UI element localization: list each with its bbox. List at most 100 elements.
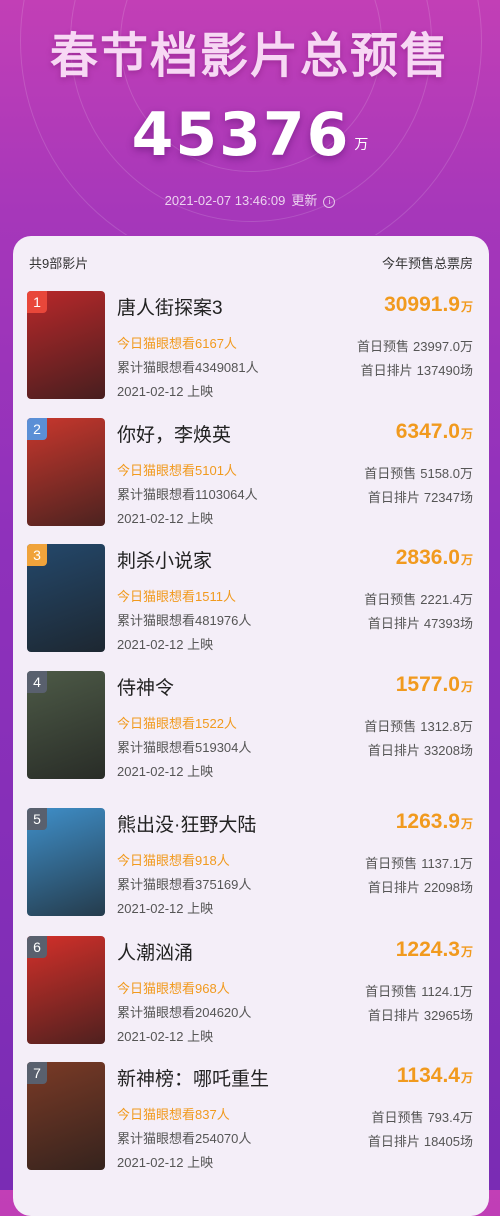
info-icon[interactable]: i: [323, 196, 336, 208]
box-office-unit: 万: [460, 945, 473, 959]
presale-label: 首日预售: [365, 856, 418, 871]
schedule-value: 72347场: [423, 490, 473, 505]
box-office-value: 1134.4: [396, 1064, 460, 1087]
presale-value: 793.4万: [427, 1110, 473, 1125]
schedule-label: 首日排片: [367, 880, 420, 895]
presale-value: 1124.1万: [421, 984, 473, 999]
update-time: 2021-02-07 13:46:09: [164, 193, 286, 208]
movie-poster[interactable]: 2: [27, 418, 105, 526]
rank-badge: 1: [27, 291, 47, 313]
schedule-label: 首日排片: [367, 490, 420, 505]
movie-box-office: 1577.0万: [396, 673, 473, 697]
movie-poster[interactable]: 3: [27, 544, 105, 652]
movie-box-office: 1134.4万: [397, 1064, 473, 1088]
cumulative-want-count: 累计猫眼想看1103064人: [117, 487, 258, 502]
today-want-count: 今日猫眼想看968人: [117, 981, 230, 996]
update-label: 更新: [291, 193, 318, 208]
movie-box-office: 2836.0万: [396, 546, 473, 570]
presale-value: 23997.0万: [413, 339, 473, 354]
movie-poster[interactable]: 7: [27, 1062, 105, 1170]
rank-badge: 6: [27, 936, 47, 958]
schedule-label: 首日排片: [367, 1134, 420, 1149]
box-office-value: 1224.3: [395, 938, 460, 961]
release-date: 2021-02-12 上映: [117, 637, 214, 652]
first-day-presale: 首日预售 1124.1万: [365, 981, 473, 1000]
movie-box-office: 6347.0万: [396, 420, 473, 444]
header-banner: 春节档影片总预售 45376 万 2021-02-07 13:46:09 更新 i: [0, 0, 500, 235]
box-office-value: 2836.0: [395, 546, 460, 569]
first-day-schedule: 首日排片 22098场: [368, 877, 473, 896]
movie-title[interactable]: 唐人街探案3: [117, 293, 223, 320]
first-day-presale: 首日预售 5158.0万: [364, 463, 473, 482]
movie-title[interactable]: 刺杀小说家: [117, 546, 212, 573]
movie-poster[interactable]: 5: [27, 808, 105, 916]
movie-row[interactable]: 4 侍神令 1577.0万 今日猫眼想看1522人 累计猫眼想看519304人 …: [27, 671, 475, 783]
first-day-schedule: 首日排片 72347场: [368, 487, 473, 506]
release-date: 2021-02-12 上映: [117, 1029, 214, 1044]
schedule-label: 首日排片: [367, 616, 420, 631]
movie-box-office: 1224.3万: [396, 938, 473, 962]
today-want-count: 今日猫眼想看5101人: [117, 463, 237, 478]
presale-label: 首日预售: [365, 984, 418, 999]
presale-label: 首日预售: [356, 339, 409, 354]
schedule-value: 47393场: [423, 616, 473, 631]
total-presale: 45376 万: [0, 100, 500, 170]
movie-row[interactable]: 3 刺杀小说家 2836.0万 今日猫眼想看1511人 累计猫眼想看481976…: [27, 544, 475, 656]
first-day-presale: 首日预售 1137.1万: [365, 853, 473, 872]
movie-box-office: 1263.9万: [396, 810, 473, 834]
movie-title[interactable]: 侍神令: [117, 673, 174, 700]
box-office-unit: 万: [460, 680, 473, 694]
movie-row[interactable]: 6 人潮汹涌 1224.3万 今日猫眼想看968人 累计猫眼想看204620人 …: [27, 936, 475, 1048]
release-date: 2021-02-12 上映: [117, 901, 214, 916]
movie-row[interactable]: 1 唐人街探案3 30991.9万 今日猫眼想看6167人 累计猫眼想看4349…: [27, 291, 475, 403]
page-title: 春节档影片总预售: [49, 28, 450, 84]
schedule-value: 33208场: [423, 743, 473, 758]
presale-value: 2221.4万: [420, 592, 473, 607]
movie-poster[interactable]: 1: [27, 291, 105, 399]
presale-label: 首日预售: [371, 1110, 424, 1125]
movie-row[interactable]: 7 新神榜：哪吒重生 1134.4万 今日猫眼想看837人 累计猫眼想看2540…: [27, 1062, 475, 1174]
today-want-count: 今日猫眼想看6167人: [117, 336, 237, 351]
cumulative-want-count: 累计猫眼想看375169人: [117, 877, 252, 892]
schedule-label: 首日排片: [360, 363, 413, 378]
movie-title[interactable]: 人潮汹涌: [117, 938, 193, 965]
update-status: 2021-02-07 13:46:09 更新 i: [0, 190, 500, 209]
today-want-count: 今日猫眼想看1522人: [117, 716, 237, 731]
schedule-value: 32965场: [423, 1008, 473, 1023]
schedule-value: 137490场: [416, 363, 473, 378]
movie-title[interactable]: 熊出没·狂野大陆: [117, 810, 256, 837]
first-day-presale: 首日预售 1312.8万: [364, 716, 473, 735]
cumulative-want-count: 累计猫眼想看481976人: [117, 613, 252, 628]
rank-badge: 4: [27, 671, 47, 693]
movie-poster[interactable]: 4: [27, 671, 105, 779]
today-want-count: 今日猫眼想看918人: [117, 853, 230, 868]
movie-box-office: 30991.9万: [384, 293, 473, 317]
first-day-presale: 首日预售 2221.4万: [364, 589, 473, 608]
movie-poster[interactable]: 6: [27, 936, 105, 1044]
today-want-count: 今日猫眼想看837人: [117, 1107, 230, 1122]
release-date: 2021-02-12 上映: [117, 764, 214, 779]
panel-header: 共9部影片 今年预售总票房: [29, 253, 473, 273]
release-date: 2021-02-12 上映: [117, 384, 214, 399]
box-office-unit: 万: [460, 427, 473, 441]
first-day-schedule: 首日排片 47393场: [368, 613, 473, 632]
release-date: 2021-02-12 上映: [117, 1155, 214, 1170]
presale-label: 首日预售: [364, 592, 417, 607]
total-presale-value: 45376: [131, 100, 351, 170]
movie-count: 共9部影片: [29, 256, 89, 271]
presale-label: 首日预售: [364, 719, 417, 734]
movie-list-panel: 共9部影片 今年预售总票房 1 唐人街探案3 30991.9万 今日猫眼想看61…: [13, 236, 489, 1216]
schedule-value: 22098场: [423, 880, 473, 895]
schedule-value: 18405场: [423, 1134, 473, 1149]
rank-badge: 5: [27, 808, 47, 830]
box-office-unit: 万: [460, 817, 473, 831]
column-label: 今年预售总票房: [381, 256, 473, 271]
movie-title[interactable]: 你好，李焕英: [117, 420, 231, 447]
movie-row[interactable]: 2 你好，李焕英 6347.0万 今日猫眼想看5101人 累计猫眼想看11030…: [27, 418, 475, 530]
box-office-value: 1577.0: [395, 673, 460, 696]
movie-title[interactable]: 新神榜：哪吒重生: [117, 1064, 269, 1091]
schedule-label: 首日排片: [367, 1008, 420, 1023]
movie-row[interactable]: 5 熊出没·狂野大陆 1263.9万 今日猫眼想看918人 累计猫眼想看3751…: [27, 808, 475, 920]
today-want-count: 今日猫眼想看1511人: [117, 589, 236, 604]
box-office-unit: 万: [460, 1071, 473, 1085]
